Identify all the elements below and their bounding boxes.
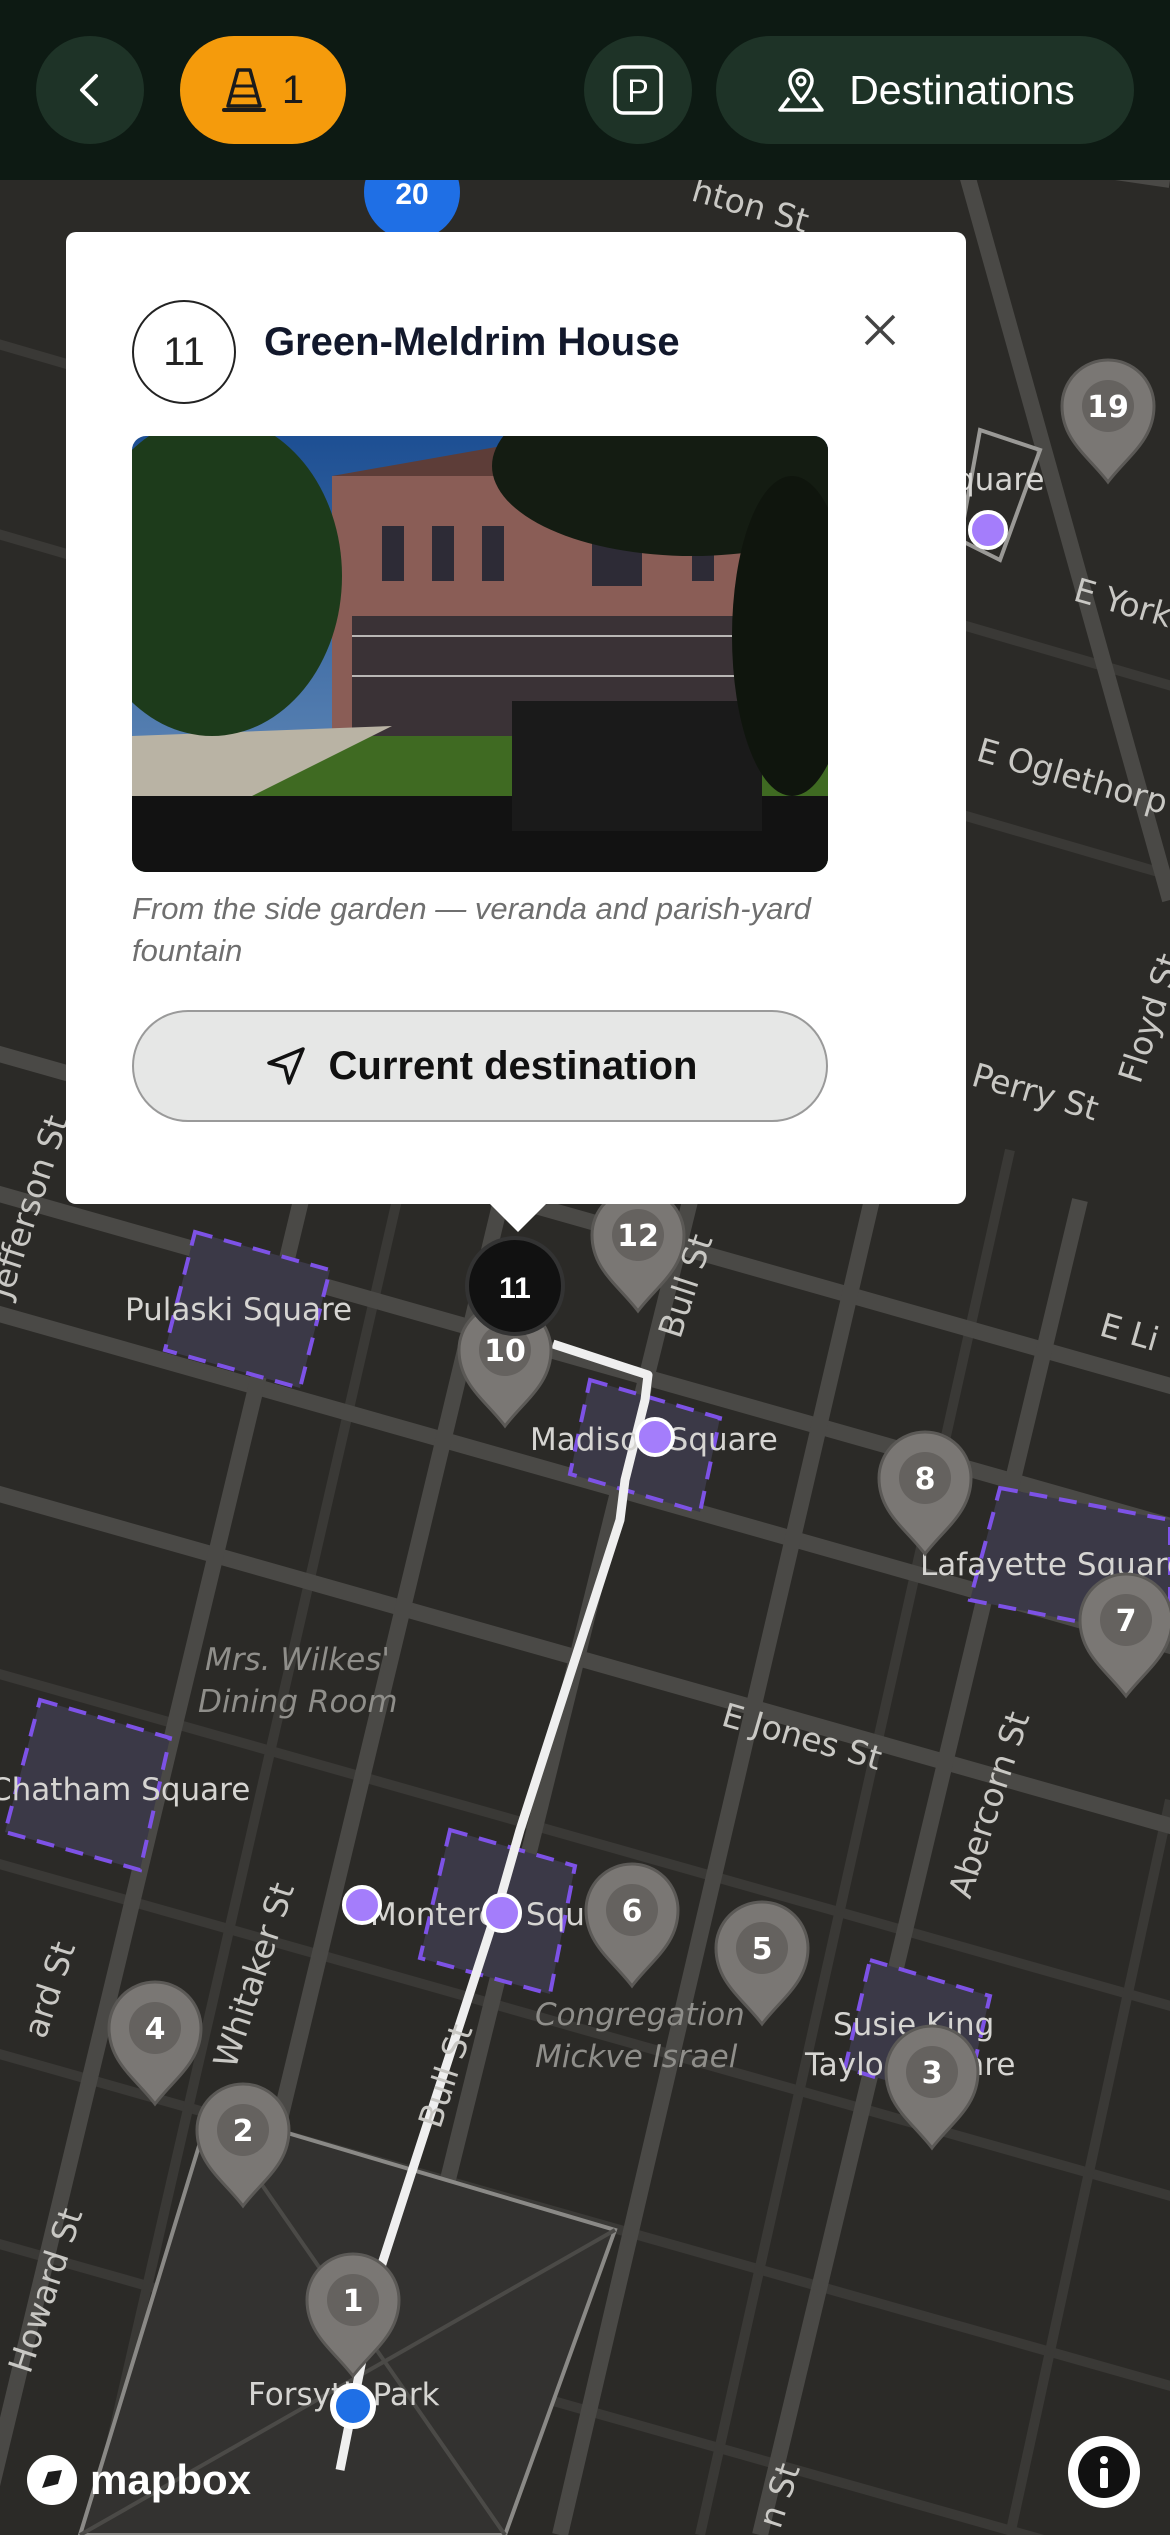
cone-counter-button[interactable]: 1: [180, 36, 346, 144]
close-button[interactable]: [850, 300, 910, 360]
destinations-label: Destinations: [849, 66, 1075, 113]
photo-caption: From the side garden — veranda and paris…: [132, 891, 811, 968]
poi-label: Mrs. Wilkes': [205, 1642, 390, 1678]
route-stop-pin-label: 1: [343, 2284, 364, 2319]
place-label: quare: [955, 462, 1044, 498]
svg-text:P: P: [627, 73, 648, 109]
parking-icon: P: [613, 65, 663, 115]
current-destination-button[interactable]: Current destination: [132, 1010, 828, 1122]
traffic-cone-icon: [221, 68, 266, 112]
user-location-dot: [330, 2383, 376, 2429]
poi-label: Mickve Israel: [535, 2039, 738, 2075]
chevron-left-icon: [80, 74, 98, 106]
route-stop-pin-label: 7: [1116, 1604, 1137, 1639]
poi-dot: [635, 1417, 675, 1457]
navigation-arrow-icon: [266, 1047, 305, 1085]
map-info-button[interactable]: [1068, 2436, 1140, 2508]
poi-label: Dining Room: [198, 1684, 398, 1720]
poi-dot: [482, 1893, 522, 1933]
current-destination-label: Current destination: [328, 1043, 698, 1088]
mapbox-logo-icon: [27, 2455, 77, 2505]
destination-photo: [132, 436, 828, 872]
destination-title: Green-Meldrim House: [264, 320, 680, 364]
cone-count: 1: [281, 67, 305, 112]
route-stop-pin-label: 10: [484, 1334, 526, 1369]
place-label: Chatham Square: [0, 1772, 250, 1808]
svg-text:20: 20: [395, 178, 428, 211]
poi-label: Congregation: [535, 1997, 745, 2033]
back-button[interactable]: [36, 36, 144, 144]
route-stop-pin-label: 3: [922, 2056, 943, 2091]
poi-dot: [968, 510, 1008, 550]
poi-dot: [342, 1885, 382, 1925]
popup-pointer: [488, 1202, 548, 1232]
route-stop-pin-label: 5: [752, 1932, 773, 1967]
mapbox-wordmark: mapbox: [90, 2456, 252, 2503]
top-bar: 1 P Destinations: [0, 0, 1170, 180]
close-icon: [864, 314, 896, 346]
svg-text:11: 11: [499, 1272, 531, 1305]
route-stop-pin-label: 19: [1087, 390, 1129, 425]
route-stop-pin-label: 4: [145, 2012, 166, 2047]
destination-number-badge: 11: [132, 300, 236, 404]
selected-pin-11[interactable]: 11: [465, 1236, 565, 1336]
map-pin-icon: [778, 68, 824, 112]
route-stop-pin-label: 12: [617, 1219, 659, 1254]
route-stop-pin-label: 8: [915, 1462, 936, 1497]
destination-popup-card: 11 Green-Meldrim House From the side gar…: [66, 232, 966, 1204]
info-icon: [1078, 2446, 1130, 2498]
parking-button[interactable]: P: [584, 36, 692, 144]
place-label: Pulaski Square: [125, 1292, 352, 1328]
destinations-button[interactable]: Destinations: [716, 36, 1134, 144]
route-stop-pin-label: 6: [622, 1894, 643, 1929]
mapbox-logo: mapbox: [24, 2452, 251, 2508]
route-stop-pin-label: 2: [233, 2114, 254, 2149]
